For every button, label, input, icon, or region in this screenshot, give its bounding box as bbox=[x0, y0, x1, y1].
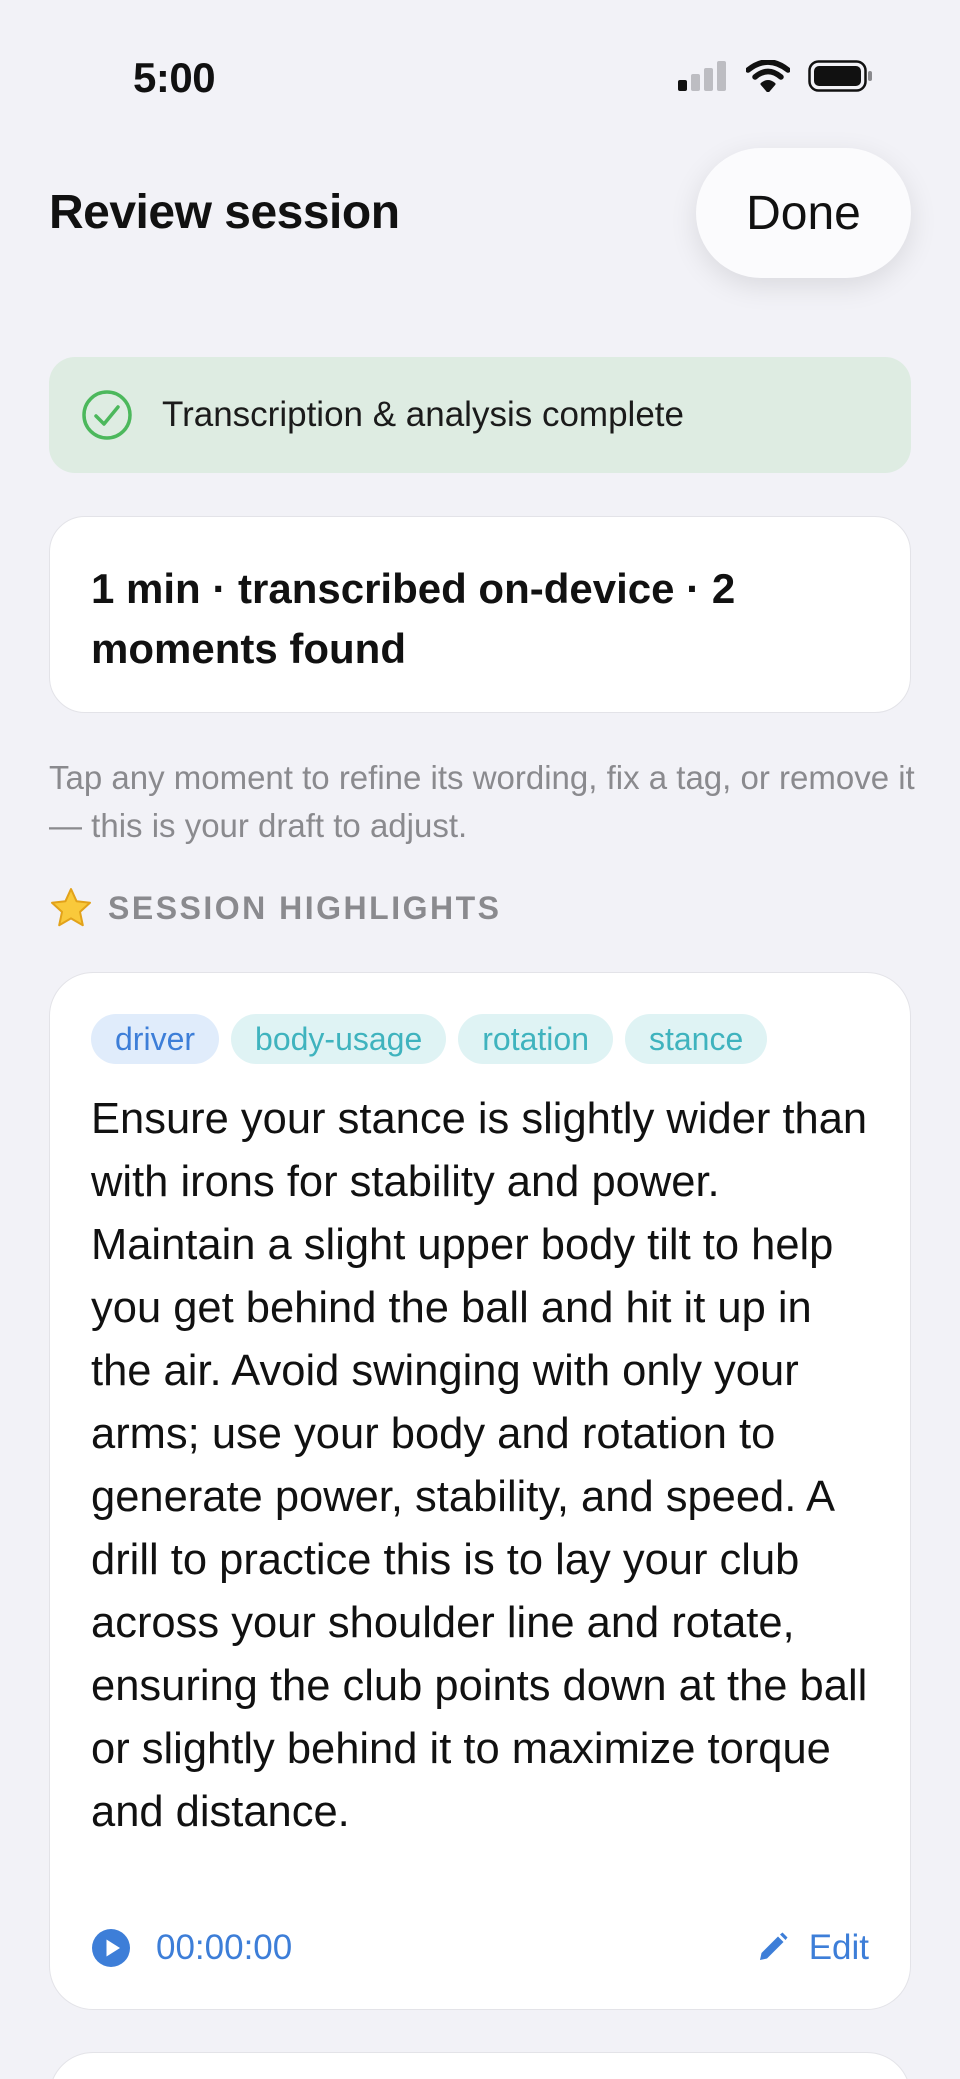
highlight-text[interactable]: Ensure your stance is slightly wider tha… bbox=[91, 1088, 881, 1844]
status-banner-text: Transcription & analysis complete bbox=[162, 395, 684, 434]
status-banner: Transcription & analysis complete bbox=[49, 357, 911, 473]
tag-stance[interactable]: stance bbox=[624, 1014, 768, 1064]
pencil-icon bbox=[759, 1932, 788, 1960]
section-header: SESSION HIGHLIGHTS bbox=[49, 886, 501, 930]
highlight-card-next[interactable] bbox=[49, 2052, 911, 2079]
wifi-icon bbox=[746, 60, 790, 92]
status-icons bbox=[678, 60, 874, 92]
highlight-footer: 00:00:00 Edit bbox=[91, 1926, 869, 1970]
status-time: 5:00 bbox=[133, 54, 216, 101]
section-title: SESSION HIGHLIGHTS bbox=[108, 889, 502, 926]
star-icon bbox=[51, 888, 91, 927]
done-button[interactable]: Done bbox=[696, 148, 911, 278]
battery-icon bbox=[808, 60, 872, 92]
check-circle-icon bbox=[82, 390, 132, 440]
highlight-card[interactable]: driver body-usage rotation stance Ensure… bbox=[49, 972, 911, 2010]
play-icon[interactable] bbox=[91, 1928, 131, 1968]
edit-button-label: Edit bbox=[808, 1928, 869, 1967]
session-summary-text: 1 min · transcribed on-device · 2 moment… bbox=[91, 565, 736, 672]
tag-driver[interactable]: driver bbox=[91, 1014, 220, 1064]
session-summary-card: 1 min · transcribed on-device · 2 moment… bbox=[49, 516, 911, 713]
tag-rotation[interactable]: rotation bbox=[458, 1014, 613, 1064]
page-title: Review session bbox=[49, 186, 400, 239]
edit-button[interactable]: Edit bbox=[755, 1928, 869, 1968]
tag-list: driver body-usage rotation stance bbox=[91, 1014, 768, 1064]
tag-body-usage[interactable]: body-usage bbox=[231, 1014, 447, 1064]
cellular-signal-icon bbox=[678, 61, 726, 91]
edit-hint-text: Tap any moment to refine its wording, fi… bbox=[49, 759, 915, 844]
timestamp[interactable]: 00:00:00 bbox=[156, 1928, 292, 1968]
review-session-screen: 5:00 Review session Done Transcription &… bbox=[0, 0, 960, 2079]
